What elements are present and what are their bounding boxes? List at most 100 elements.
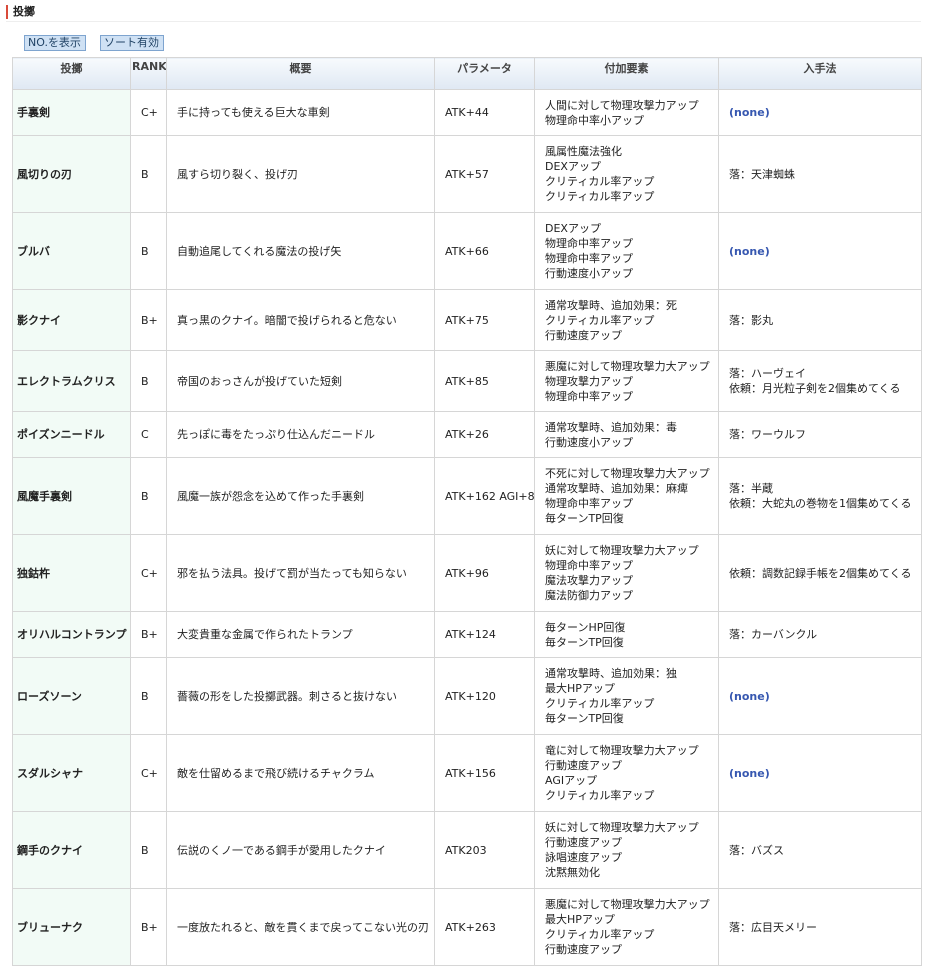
- bonus-line: 魔法防御力アップ: [545, 589, 633, 602]
- bonus-cell: 人間に対して物理攻撃力アップ 物理命中率小アップ: [534, 89, 719, 136]
- rank-cell: B: [130, 350, 167, 412]
- table-row: ブルバ B 自動追尾してくれる魔法の投げ矢 ATK+66 DEXアップ 物理命中率アップ物…: [12, 212, 922, 290]
- parameter-cell: ATK+124: [434, 611, 535, 658]
- table-row: 影クナイ B+ 真っ黒のクナイ。暗闇で投げられると危ない ATK+75 通常攻撃時、追加…: [12, 289, 922, 351]
- description-cell: 敵を仕留めるまで飛び続けるチャクラム: [166, 734, 435, 812]
- bonus-line: 行動速度小アップ: [545, 267, 633, 280]
- parameter-cell: ATK+66: [434, 212, 535, 290]
- bonus-line: 物理命中率アップ: [545, 252, 633, 265]
- bonus-cell: DEXアップ 物理命中率アップ 物理命中率アップ 行動速度小アップ: [534, 212, 719, 290]
- description-cell: 風すら切り裂く、投げ刃: [166, 135, 435, 213]
- column-header-description[interactable]: 概要: [166, 57, 435, 90]
- description-cell: 手に持っても使える巨大な車剣: [166, 89, 435, 136]
- table-row: ポイズンニードル C 先っぽに毒をたっぷり仕込んだニードル ATK+26 通常攻撃時、追…: [12, 411, 922, 458]
- bonus-line: DEXアップ: [545, 160, 601, 173]
- acquisition-line: 依頼：調数記録手帳を2個集めてくる: [729, 566, 912, 580]
- column-header-parameter[interactable]: パラメータ: [434, 57, 535, 90]
- parameter-cell: ATK203: [434, 811, 535, 889]
- weapon-name-cell: ブルバ: [12, 212, 131, 290]
- rank-cell: B+: [130, 888, 167, 966]
- section-title: 投擲: [6, 5, 927, 19]
- table-row: 手裏剣 C+ 手に持っても使える巨大な車剣 ATK+44 人間に対して物理攻撃力アップ物…: [12, 89, 922, 136]
- rank-cell: C+: [130, 89, 167, 136]
- bonus-line: DEXアップ: [545, 222, 601, 235]
- acquisition-cell: (none): [718, 657, 922, 735]
- bonus-line: クリティカル率アップ: [545, 190, 655, 203]
- bonus-line: 妖に対して物理攻撃力大アップ: [545, 544, 699, 557]
- column-header-name[interactable]: 投擲: [12, 57, 131, 90]
- acquisition-cell: 落：カーバンクル: [718, 611, 922, 658]
- acquisition-line: 落：バズス: [729, 843, 784, 857]
- parameter-cell: ATK+263: [434, 888, 535, 966]
- description-cell: 帝国のおっさんが投げていた短剣: [166, 350, 435, 412]
- rank-cell: B: [130, 135, 167, 213]
- table-row: 風魔手裏剣 B 風魔一族が怨念を込めて作った手裏剣 ATK+162 AGI+8 不死に対…: [12, 457, 922, 535]
- bonus-line: 行動速度小アップ: [545, 435, 633, 449]
- acquisition-line: 落：広目天メリー: [729, 920, 817, 934]
- bonus-cell: 毎ターンHP回復 毎ターンTP回復: [534, 611, 719, 658]
- acquisition-line: 依頼：大蛇丸の巻物を1個集めてくる: [729, 497, 912, 510]
- bonus-line: 物理命中率アップ: [545, 559, 633, 572]
- acquisition-cell: 落：バズス: [718, 811, 922, 889]
- bonus-line: 行動速度アップ: [545, 328, 622, 342]
- table-row: ローズソーン B 薔薇の形をした投擲武器。刺さると抜けない ATK+120 通常攻撃時、…: [12, 657, 922, 735]
- bonus-line: 最大HPアップ: [545, 682, 615, 695]
- acquisition-cell: 落：広目天メリー: [718, 888, 922, 966]
- description-cell: 先っぽに毒をたっぷり仕込んだニードル: [166, 411, 435, 458]
- acquisition-line: 落：カーバンクル: [729, 628, 818, 641]
- bonus-line: 物理命中率アップ: [545, 497, 633, 510]
- bonus-cell: 妖に対して物理攻撃力大アップ 物理命中率アップ 魔法攻撃力アップ 魔法防御力アップ: [534, 534, 719, 612]
- weapon-name-cell: 独鈷杵: [12, 534, 131, 612]
- parameter-cell: ATK+44: [434, 89, 535, 136]
- parameter-cell: ATK+162 AGI+8: [434, 457, 535, 535]
- acquisition-none: (none): [729, 689, 770, 703]
- bonus-line: 物理攻撃力アップ: [545, 374, 633, 388]
- acquisition-none: (none): [729, 766, 770, 780]
- acquisition-line: 落：ハーヴェイ: [729, 367, 806, 380]
- bonus-line: 物理命中率アップ: [545, 389, 633, 403]
- acquisition-cell: 落：半蔵 依頼：大蛇丸の巻物を1個集めてくる: [718, 457, 922, 535]
- weapon-name-cell: 手裏剣: [12, 89, 131, 136]
- table-row: エレクトラムクリス B 帝国のおっさんが投げていた短剣 ATK+85 悪魔に対して物理攻…: [12, 350, 922, 412]
- bonus-line: クリティカル率アップ: [545, 175, 655, 188]
- bonus-line: 竜に対して物理攻撃力大アップ: [545, 744, 699, 757]
- bonus-cell: 通常攻撃時、追加効果：独 最大HPアップ クリティカル率アップ 毎ターンTP回復: [534, 657, 719, 735]
- column-header-rank[interactable]: RANK: [130, 57, 167, 90]
- show-number-button[interactable]: NO.を表示: [24, 35, 86, 51]
- bonus-cell: 不死に対して物理攻撃力大アップ 通常攻撃時、追加効果：麻痺 物理命中率アップ 毎ターン…: [534, 457, 719, 535]
- bonus-cell: 悪魔に対して物理攻撃力大アップ 最大HPアップ クリティカル率アップ 行動速度アップ: [534, 888, 719, 966]
- acquisition-cell: 落：ハーヴェイ 依頼：月光粒子剣を2個集めてくる: [718, 350, 922, 412]
- rank-cell: C+: [130, 534, 167, 612]
- bonus-line: 行動速度アップ: [545, 836, 622, 849]
- table-row: ブリューナク B+ 一度放たれると、敵を貫くまで戻ってこない光の刃 ATK+263 悪魔…: [12, 888, 922, 966]
- column-header-acquisition[interactable]: 入手法: [718, 57, 922, 90]
- weapon-name-cell: ローズソーン: [12, 657, 131, 735]
- enable-sort-button[interactable]: ソート有効: [100, 35, 164, 51]
- bonus-cell: 通常攻撃時、追加効果：死 クリティカル率アップ 行動速度アップ: [534, 289, 719, 351]
- bonus-cell: 風属性魔法強化 DEXアップクリティカル率アップ クリティカル率アップ: [534, 135, 719, 213]
- description-cell: 風魔一族が怨念を込めて作った手裏剣: [166, 457, 435, 535]
- bonus-line: 通常攻撃時、追加効果：独: [545, 667, 677, 680]
- bonus-line: クリティカル率アップ: [545, 928, 655, 941]
- weapon-name-cell: 風魔手裏剣: [12, 457, 131, 535]
- acquisition-none: (none): [729, 106, 770, 119]
- parameter-cell: ATK+75: [434, 289, 535, 351]
- acquisition-cell: 落：影丸: [718, 289, 922, 351]
- bonus-line: 行動速度アップ: [545, 943, 622, 956]
- acquisition-cell: 落：天津蜘蛛: [718, 135, 922, 213]
- table-row: 鋼手のクナイ B 伝説のくノ一である鋼手が愛用したクナイ ATK203 妖に対して物理攻…: [12, 811, 922, 889]
- acquisition-line: 落：影丸: [729, 313, 773, 327]
- bonus-line: 悪魔に対して物理攻撃力大アップ: [545, 359, 710, 373]
- bonus-cell: 通常攻撃時、追加効果：毒 行動速度小アップ: [534, 411, 719, 458]
- bonus-line: 物理命中率小アップ: [545, 113, 644, 127]
- description-cell: 薔薇の形をした投擲武器。刺さると抜けない: [166, 657, 435, 735]
- column-header-bonus[interactable]: 付加要素: [534, 57, 719, 90]
- bonus-line: 風属性魔法強化: [545, 145, 622, 158]
- weapon-name-cell: エレクトラムクリス: [12, 350, 131, 412]
- parameter-cell: ATK+57: [434, 135, 535, 213]
- bonus-line: 通常攻撃時、追加効果：死: [545, 298, 677, 312]
- bonus-line: クリティカル率アップ: [545, 789, 655, 802]
- bonus-line: AGIアップ: [545, 774, 598, 787]
- table-header-row: 投擲 RANK 概要 パラメータ 付加要素 入手法: [12, 57, 922, 90]
- bonus-line: 悪魔に対して物理攻撃力大アップ: [545, 898, 710, 911]
